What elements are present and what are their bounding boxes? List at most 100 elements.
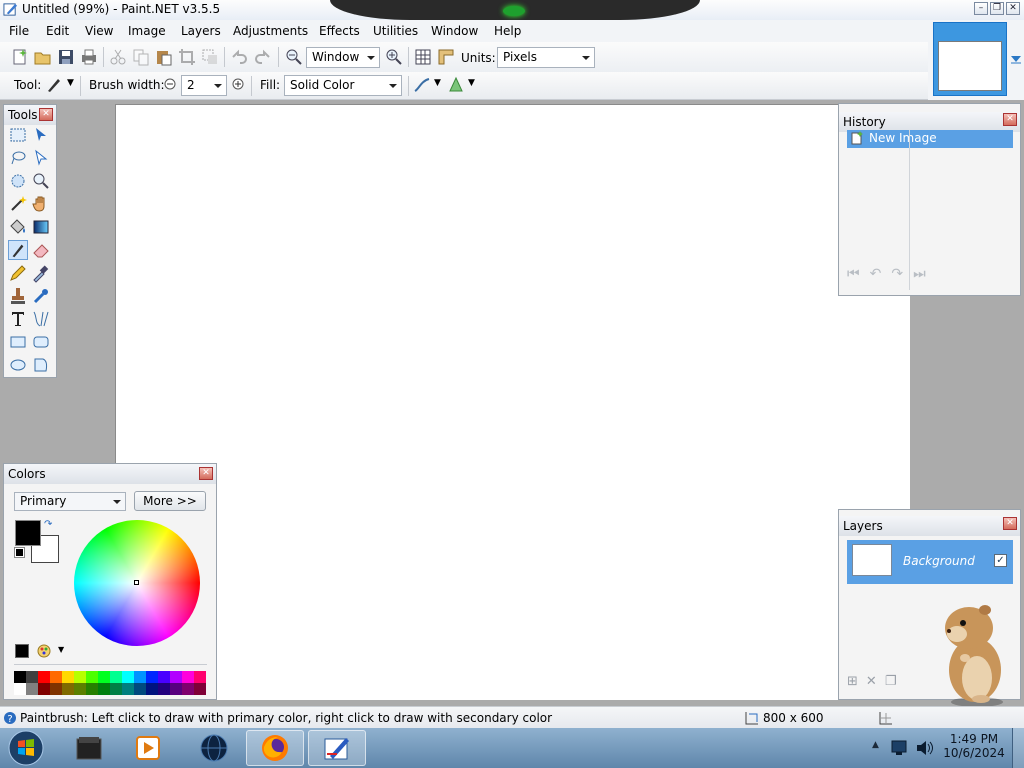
palette-swatch[interactable] <box>182 683 194 695</box>
palette-swatch[interactable] <box>122 683 134 695</box>
move-selection-icon[interactable] <box>31 148 51 168</box>
print-icon[interactable] <box>80 48 98 66</box>
ellipse-select-icon[interactable] <box>8 171 28 191</box>
menu-help[interactable]: Help <box>494 24 521 38</box>
menu-window[interactable]: Window <box>431 24 478 38</box>
palette-swatch[interactable] <box>170 683 182 695</box>
palette-swatch[interactable] <box>74 683 86 695</box>
network-tray-icon[interactable] <box>890 737 912 759</box>
minimize-button[interactable]: – <box>974 2 988 15</box>
palette-swatch[interactable] <box>98 671 110 683</box>
volume-tray-icon[interactable] <box>914 737 936 759</box>
taskbar-firefox[interactable] <box>246 730 304 766</box>
fast-forward-icon[interactable]: ⏭ <box>913 266 936 282</box>
palette-swatch[interactable] <box>170 671 182 683</box>
move-selected-pixels-icon[interactable] <box>31 125 51 145</box>
pencil-icon[interactable] <box>8 263 28 283</box>
palette-swatch[interactable] <box>134 671 146 683</box>
menu-view[interactable]: View <box>85 24 113 38</box>
save-icon[interactable] <box>57 48 75 66</box>
pan-hand-icon[interactable] <box>31 194 51 214</box>
menu-utilities[interactable]: Utilities <box>373 24 418 38</box>
palette-swatch[interactable] <box>26 671 38 683</box>
palette-swatch[interactable] <box>14 683 26 695</box>
palette-swatch[interactable] <box>74 671 86 683</box>
copy-icon[interactable] <box>132 48 150 66</box>
taskbar-network[interactable] <box>185 730 243 766</box>
line-curve-icon[interactable] <box>31 309 51 329</box>
reset-colors-icon[interactable] <box>14 547 25 558</box>
brush-width-select[interactable]: 2 <box>181 75 227 96</box>
ellipse-shape-icon[interactable] <box>8 355 28 375</box>
palette-swatch[interactable] <box>26 683 38 695</box>
rounded-rectangle-icon[interactable] <box>31 332 51 352</box>
zoom-tool-icon[interactable] <box>31 171 51 191</box>
menu-adjustments[interactable]: Adjustments <box>233 24 308 38</box>
palette-swatch[interactable] <box>50 683 62 695</box>
add-layer-icon[interactable]: ⊞ <box>847 674 866 689</box>
zoom-select[interactable]: Window <box>306 47 380 68</box>
palette-swatch[interactable] <box>38 671 50 683</box>
color-picker-icon[interactable] <box>31 263 51 283</box>
palette-swatch[interactable] <box>194 671 206 683</box>
palette-swatch[interactable] <box>50 671 62 683</box>
layer-row[interactable]: Background ✓ <box>847 540 1013 584</box>
lasso-select-icon[interactable] <box>8 148 28 168</box>
undo-icon[interactable] <box>230 48 248 66</box>
more-colors-button[interactable]: More >> <box>134 491 206 511</box>
primary-color-swatch[interactable] <box>15 520 41 546</box>
palette-swatch[interactable] <box>98 683 110 695</box>
palette-swatch[interactable] <box>62 671 74 683</box>
palette-swatch[interactable] <box>122 671 134 683</box>
chevron-down-icon[interactable]: ▼ <box>468 78 475 88</box>
taskbar-media-player[interactable] <box>120 730 178 766</box>
text-tool-icon[interactable] <box>8 309 28 329</box>
color-mode-select[interactable]: Primary <box>14 492 126 511</box>
delete-layer-icon[interactable]: ✕ <box>866 674 885 689</box>
palette-swatch[interactable] <box>194 683 206 695</box>
palette-menu-icon[interactable] <box>36 643 52 659</box>
taskbar-explorer[interactable] <box>60 730 118 766</box>
paint-bucket-icon[interactable] <box>8 217 28 237</box>
chevron-down-icon[interactable]: ▼ <box>67 78 74 88</box>
crop-to-selection-icon[interactable] <box>178 48 196 66</box>
cut-icon[interactable] <box>109 48 127 66</box>
chevron-down-icon[interactable]: ▼ <box>434 78 441 88</box>
palette-swatch[interactable] <box>86 683 98 695</box>
palette-swatch[interactable] <box>62 683 74 695</box>
increase-width-icon[interactable] <box>231 77 245 91</box>
rectangle-shape-icon[interactable] <box>8 332 28 352</box>
redo-icon[interactable]: ↷ <box>891 266 913 282</box>
rectangle-select-icon[interactable] <box>8 125 28 145</box>
open-icon[interactable] <box>34 48 52 66</box>
paste-icon[interactable] <box>155 48 173 66</box>
magic-wand-icon[interactable] <box>8 194 28 214</box>
layers-panel-title[interactable]: Layers <box>839 516 1020 536</box>
close-icon[interactable]: ✕ <box>1003 113 1017 126</box>
layer-visibility-checkbox[interactable]: ✓ <box>994 554 1007 567</box>
close-icon[interactable]: ✕ <box>39 108 53 121</box>
palette-swatch[interactable] <box>158 683 170 695</box>
color-wheel[interactable] <box>74 520 200 646</box>
palette-swatch[interactable] <box>110 683 122 695</box>
menu-image[interactable]: Image <box>128 24 166 38</box>
redo-icon[interactable] <box>254 48 272 66</box>
tray-expand-icon[interactable]: ▲ <box>872 740 879 750</box>
history-panel-title[interactable]: History <box>839 112 1020 132</box>
units-select[interactable]: Pixels <box>497 47 595 68</box>
recolor-icon[interactable] <box>31 286 51 306</box>
palette-swatch[interactable] <box>14 671 26 683</box>
close-icon[interactable]: ✕ <box>1003 517 1017 530</box>
alpha-blending-icon[interactable] <box>447 76 465 94</box>
freeform-shape-icon[interactable] <box>31 355 51 375</box>
palette-swatch[interactable] <box>146 683 158 695</box>
menu-layers[interactable]: Layers <box>181 24 221 38</box>
zoom-in-icon[interactable] <box>385 48 403 66</box>
paintnet-app-icon[interactable] <box>3 2 18 17</box>
colors-panel-title[interactable]: Colors <box>4 464 216 484</box>
menu-effects[interactable]: Effects <box>319 24 360 38</box>
chevron-down-icon[interactable]: ▼ <box>58 645 64 654</box>
menu-file[interactable]: File <box>9 24 29 38</box>
drawing-canvas[interactable] <box>115 104 910 700</box>
gradient-icon[interactable] <box>31 217 51 237</box>
